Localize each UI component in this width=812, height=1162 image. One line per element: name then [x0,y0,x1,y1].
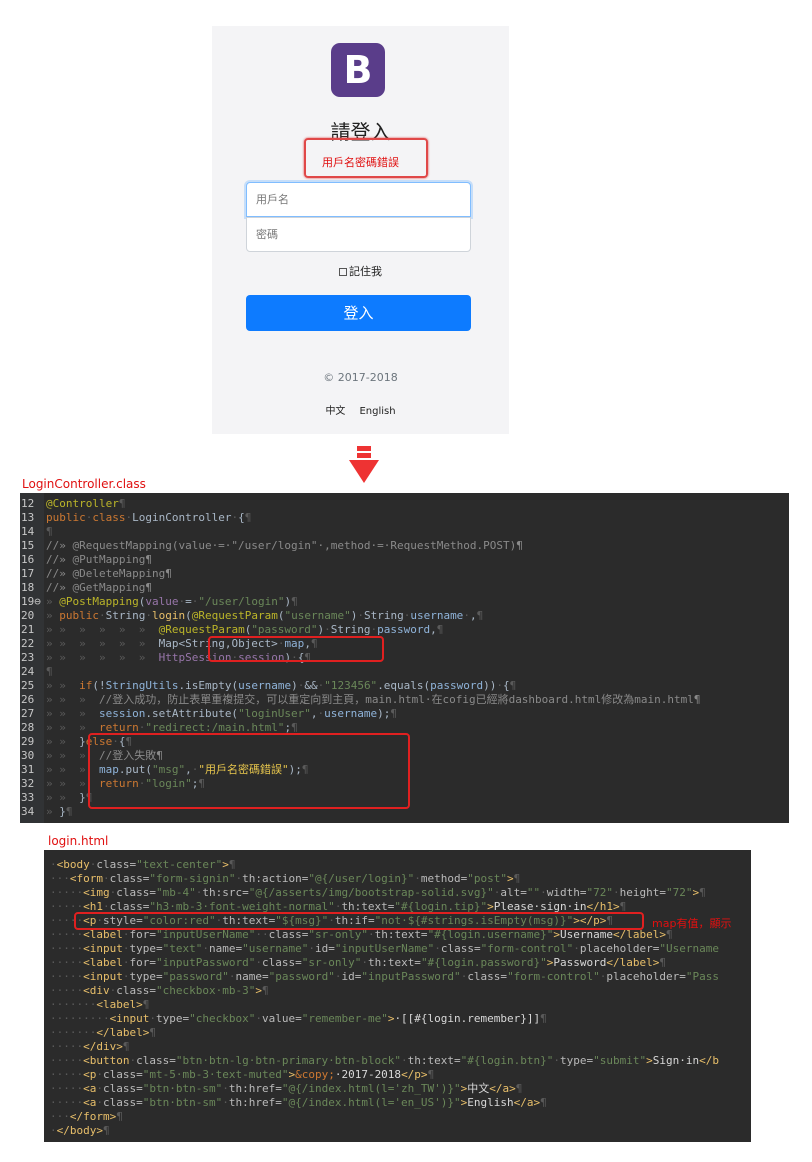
remember-label: 記住我 [349,265,382,278]
code-line: 17//» @DeleteMapping¶ [21,567,172,580]
code-line: 16//» @PutMapping¶ [21,553,152,566]
code-line: 21» » » » » » @RequestParam("password")·… [21,623,444,636]
html-code-panel: ·<body·class="text-center">¶ ···<form·cl… [44,850,751,1142]
code-line: ·····<img·class="mb-4"·th:src="@{/assert… [50,886,706,899]
code-line: 12 @Controller¶ [21,497,126,510]
code-line: ·····<input·type="password"·name="passwo… [50,970,720,983]
code-line: ·····<a·class="btn·btn-sm"·th:href="@{/i… [50,1096,547,1109]
else-block-highlight [88,733,410,809]
error-message: 用戶名密碼錯誤 [322,156,399,169]
down-arrow-icon [349,446,379,483]
code-line: ·········<input·type="checkbox"·value="r… [50,1012,547,1025]
code-line: ·····<label·for="inputPassword"·class="s… [50,956,666,969]
controller-panel-label: LoginController.class [22,477,146,491]
code-line: ···</form>¶ [50,1110,123,1123]
code-line: 20» public·String·login(@RequestParam("u… [21,609,484,622]
code-line: ·······<label>¶ [50,998,150,1011]
remember-me[interactable]: 記住我 [212,263,509,279]
code-line: ·······</label>¶ [50,1026,156,1039]
code-line: ·</body>¶ [50,1124,110,1137]
code-line: ···<form·class="form-signin"·th:action="… [50,872,521,885]
code-line: ·····<label·for="inputUserName"··class="… [50,928,673,941]
code-line: 22» » » » » » Map<String,Object>·map,¶ [21,637,318,650]
code-line: 19⊖» @PostMapping(value·=·"/user/login")… [21,595,298,608]
password-input[interactable]: 密碼 [246,217,471,252]
map-note: map有值，顯示 [652,917,732,930]
html-panel-label: login.html [48,834,109,848]
copyright-text: © 2017-2018 [323,371,398,384]
code-line: ·····<button·class="btn·btn-lg·btn-prima… [50,1054,719,1067]
username-input[interactable]: 用戶名 [246,182,471,217]
login-card: B 請登入 用戶名密碼錯誤 用戶名 密碼 記住我 登入 © 2017-2018 … [212,26,509,434]
map-param-highlight [208,636,384,662]
code-line: 24 ¶ [21,665,53,678]
code-line: 13 public·class·LoginController·{¶ [21,511,252,524]
login-button[interactable]: 登入 [246,295,471,331]
code-line: 25» » if(!StringUtils.isEmpty(username)·… [21,679,517,692]
code-line: 27» » » session.setAttribute("loginUser"… [21,707,398,720]
bootstrap-logo-icon: B [331,43,385,97]
code-line: 15//» @RequestMapping(value·=·"/user/log… [21,539,523,552]
lang-en-link[interactable]: English [359,406,395,417]
lang-zh-link[interactable]: 中文 [325,406,345,417]
error-paragraph-highlight [74,912,644,930]
code-line: ·<body·class="text-center">¶ [50,858,236,871]
code-line: 23» » » » » » HttpSession·session)·{¶ [21,651,311,664]
code-line: ·····<input·type="text"·name="username"·… [50,942,720,955]
remember-checkbox[interactable] [339,268,347,276]
language-links: 中文 English [212,402,509,417]
code-line: 26» » » //登入成功，防止表單重複提交，可以重定向到主頁，main.ht… [21,693,701,706]
code-line: 14 ¶ [21,525,53,538]
code-line: ·····</div>¶ [50,1040,130,1053]
code-line: ·····<p·class="mt-5·mb-3·text-muted">&co… [50,1068,435,1081]
controller-code-panel: 12 @Controller¶ 13 public·class·LoginContr… [20,493,789,823]
code-line: ·····<a·class="btn·btn-sm"·th:href="@{/i… [50,1082,523,1095]
code-line: 18//» @GetMapping¶ [21,581,152,594]
code-line: ·····<div·class="checkbox·mb-3">¶ [50,984,269,997]
